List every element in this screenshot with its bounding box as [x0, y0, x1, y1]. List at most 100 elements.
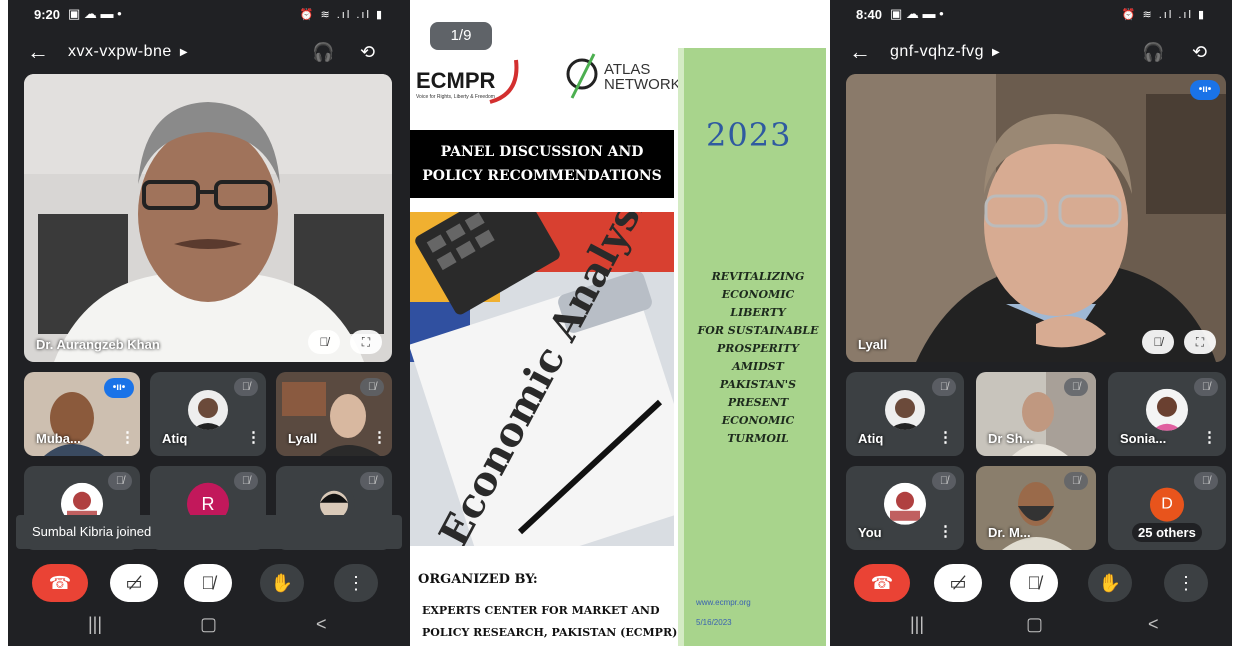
- meeting-header: ← gnf-vqhz-fvg ▶ 🎧 ⟲: [830, 34, 1232, 70]
- participant-tile[interactable]: •ıı• Muba... ⋮: [24, 372, 140, 456]
- mic-off-icon: 🎙̸: [932, 378, 956, 396]
- mic-off-icon[interactable]: 🎙̸: [1010, 564, 1058, 602]
- main-speaker-name: Dr. Aurangzeb Khan: [36, 337, 160, 352]
- mic-off-icon: 🎙̸: [932, 472, 956, 490]
- status-bar: 9:20 ▣ ☁ ▬ • ⏰ ≋ .ıl .ıl ▮: [8, 0, 410, 28]
- document-title: PANEL DISCUSSION AND POLICY RECOMMENDATI…: [410, 130, 674, 198]
- home-icon[interactable]: ▢: [200, 614, 217, 635]
- fullscreen-icon[interactable]: ⛶: [350, 330, 382, 354]
- mic-off-icon: 🎙̸: [1064, 378, 1088, 396]
- atlas-logo-icon: [566, 53, 598, 99]
- participant-name: Sonia...: [1120, 431, 1167, 446]
- call-controls: ☎ ▭̸ 🎙̸ ✋ ⋮: [830, 564, 1232, 604]
- more-icon[interactable]: ⋮: [372, 428, 387, 446]
- meeting-code[interactable]: gnf-vqhz-fvg: [890, 43, 984, 61]
- mic-off-icon[interactable]: 🎙̸: [184, 564, 232, 602]
- status-bar: 8:40 ▣ ☁ ▬ • ⏰ ≋ .ıl .ıl ▮: [830, 0, 1232, 28]
- avatar: [188, 390, 228, 430]
- avatar: [884, 482, 926, 525]
- end-call-icon[interactable]: ☎: [854, 564, 910, 602]
- raise-hand-icon[interactable]: ✋: [260, 564, 304, 602]
- date: 5/16/2023: [696, 618, 732, 627]
- main-video-tile[interactable]: Dr. Aurangzeb Khan 🎙̸ ⛶: [24, 74, 392, 362]
- raise-hand-icon[interactable]: ✋: [1088, 564, 1132, 602]
- caret-right-icon[interactable]: ▶: [180, 47, 188, 58]
- year: 2023: [706, 116, 792, 154]
- avatar: [1146, 388, 1188, 431]
- main-video-tile[interactable]: •ıı• Lyall 🎙̸ ⛶: [846, 74, 1226, 362]
- nav-back-icon[interactable]: <: [316, 614, 327, 635]
- participant-name: Dr Sh...: [988, 431, 1034, 446]
- more-icon[interactable]: ⋮: [938, 428, 953, 446]
- headphones-icon[interactable]: 🎧: [1142, 42, 1164, 63]
- notification-icons: ▣ ☁ ▬ •: [68, 6, 122, 21]
- page-counter: 1/9: [430, 22, 492, 50]
- camera-off-icon[interactable]: ▭̸: [934, 564, 982, 602]
- participant-tile[interactable]: 🎙̸ Sonia... ⋮: [1108, 372, 1226, 456]
- mic-off-icon: 🎙̸: [234, 472, 258, 490]
- speaker-video: [846, 74, 1226, 362]
- more-icon[interactable]: ⋮: [246, 428, 261, 446]
- organized-by-label: ORGANIZED BY:: [418, 572, 538, 587]
- status-time: 8:40: [856, 6, 883, 22]
- mic-off-icon[interactable]: 🎙̸: [1142, 330, 1174, 354]
- mic-off-icon: 🎙̸: [234, 378, 258, 396]
- meeting-code[interactable]: xvx-vxpw-bne: [68, 43, 172, 61]
- more-options-icon[interactable]: ⋮: [334, 564, 378, 602]
- mic-off-icon: 🎙̸: [1194, 472, 1218, 490]
- meet-call-right: 8:40 ▣ ☁ ▬ • ⏰ ≋ .ıl .ıl ▮ ← gnf-vqhz-fv…: [830, 0, 1232, 646]
- camera-flip-icon[interactable]: ⟲: [360, 42, 375, 63]
- back-arrow-icon[interactable]: ←: [8, 39, 68, 65]
- status-time: 9:20: [34, 6, 61, 22]
- system-icons: ⏰ ≋ .ıl .ıl ▮: [1121, 8, 1206, 21]
- avatar-letter: D: [1150, 487, 1184, 522]
- mic-off-icon: 🎙̸: [108, 472, 132, 490]
- home-icon[interactable]: ▢: [1026, 614, 1043, 635]
- mic-off-icon: 🎙̸: [1064, 472, 1088, 490]
- document-cover: ECMPR Voice for Rights, Liberty & Freedo…: [410, 18, 826, 646]
- speaker-video: [24, 74, 392, 362]
- participant-tile[interactable]: 🎙̸ Dr. M...: [976, 466, 1096, 550]
- participant-tile[interactable]: 🎙̸ D 25 others: [1108, 466, 1226, 550]
- participant-tile[interactable]: 🎙̸ Atiq ⋮: [846, 372, 964, 456]
- back-arrow-icon[interactable]: ←: [830, 39, 890, 65]
- participant-tile[interactable]: 🎙̸ Dr Sh...: [976, 372, 1096, 456]
- participant-tile[interactable]: 🎙̸ You ⋮: [846, 466, 964, 550]
- recents-icon[interactable]: |||: [910, 614, 924, 635]
- join-notification: Sumbal Kibria joined: [16, 515, 402, 549]
- mic-off-icon: 🎙̸: [1194, 378, 1218, 396]
- meeting-header: ← xvx-vxpw-bne ▶ 🎧 ⟲: [8, 34, 410, 70]
- avatar: [885, 390, 925, 430]
- speaking-indicator-icon: •ıı•: [104, 378, 134, 398]
- caret-right-icon[interactable]: ▶: [992, 47, 1000, 58]
- more-icon[interactable]: ⋮: [1202, 428, 1217, 446]
- participant-name: You: [858, 525, 882, 540]
- participant-name: Muba...: [36, 431, 81, 446]
- more-icon[interactable]: ⋮: [120, 428, 135, 446]
- participant-name: Dr. M...: [988, 525, 1031, 540]
- report-subtitle: REVITALIZING ECONOMIC LIBERTY FOR SUSTAI…: [697, 270, 819, 445]
- more-options-icon[interactable]: ⋮: [1164, 564, 1208, 602]
- mic-off-icon[interactable]: 🎙̸: [308, 330, 340, 354]
- mic-off-icon: 🎙̸: [360, 378, 384, 396]
- others-count[interactable]: 25 others: [1132, 523, 1202, 542]
- camera-off-icon[interactable]: ▭̸: [110, 564, 158, 602]
- participant-name: Atiq: [858, 431, 884, 446]
- economic-analysis-photo: Economic Analysis: [410, 212, 674, 546]
- participant-tile[interactable]: 🎙̸ Atiq ⋮: [150, 372, 266, 456]
- cover-side-panel: 2023 REVITALIZING ECONOMIC LIBERTY FOR S…: [678, 48, 826, 646]
- mic-off-icon: 🎙̸: [360, 472, 384, 490]
- atlas-network-logo: ATLAS NETWORK: [604, 61, 681, 93]
- end-call-icon[interactable]: ☎: [32, 564, 88, 602]
- camera-flip-icon[interactable]: ⟲: [1192, 42, 1207, 63]
- fullscreen-icon[interactable]: ⛶: [1184, 330, 1216, 354]
- website: www.ecmpr.org: [696, 598, 751, 607]
- participant-tile[interactable]: 🎙̸ Lyall ⋮: [276, 372, 392, 456]
- speaking-indicator-icon: •ıı•: [1190, 80, 1220, 100]
- notification-icons: ▣ ☁ ▬ •: [890, 6, 944, 21]
- recents-icon[interactable]: |||: [88, 614, 102, 635]
- more-icon[interactable]: ⋮: [938, 522, 953, 540]
- headphones-icon[interactable]: 🎧: [312, 42, 334, 63]
- organizer-name: EXPERTS CENTER FOR MARKET AND POLICY RES…: [422, 604, 678, 639]
- nav-back-icon[interactable]: <: [1148, 614, 1159, 635]
